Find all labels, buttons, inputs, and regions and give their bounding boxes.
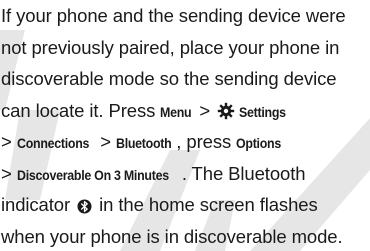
separator: > (1, 162, 17, 184)
line-3: discoverable mode so the sending device (1, 63, 370, 95)
text: when your phone is in discoverable mode. (1, 225, 343, 247)
text: not previously paired, place your phone … (1, 36, 340, 58)
line-7: indicator in the home screen flashes (1, 189, 370, 221)
connections-label: Connections (16, 136, 89, 151)
text: in the home screen flashes (94, 194, 318, 215)
text: can locate it. Press (1, 99, 161, 121)
text: , press (176, 131, 237, 152)
options-key-label: Options (236, 136, 282, 151)
text: If your phone and the sending device wer… (1, 5, 346, 26)
body-paragraph: If your phone and the sending device wer… (1, 0, 370, 251)
separator: > (95, 131, 116, 152)
gear-icon (217, 98, 235, 130)
bluetooth-label: Bluetooth (116, 136, 172, 151)
line-1: If your phone and the sending device wer… (1, 0, 370, 32)
text: indicator (1, 194, 76, 215)
text: discoverable mode so the sending device (1, 68, 337, 89)
discoverable-option-label: Discoverable On 3 Minutes (16, 167, 169, 183)
line-6: > Discoverable On 3 Minutes . The Bluetoo… (1, 158, 370, 190)
line-2: not previously paired, place your phone … (1, 32, 370, 64)
line-4: can locate it. Press Menu > Settings (1, 95, 370, 127)
separator: > (1, 131, 17, 152)
manual-page: If your phone and the sending device wer… (0, 0, 370, 251)
settings-label: Settings (239, 104, 286, 120)
line-5: > Connections > Bluetooth , press Options (1, 126, 370, 158)
separator: > (194, 99, 216, 121)
menu-key-label: Menu (160, 104, 192, 120)
bluetooth-indicator-icon (77, 192, 92, 224)
text: . The Bluetooth (181, 162, 306, 184)
line-8: when your phone is in discoverable mode. (1, 221, 370, 251)
